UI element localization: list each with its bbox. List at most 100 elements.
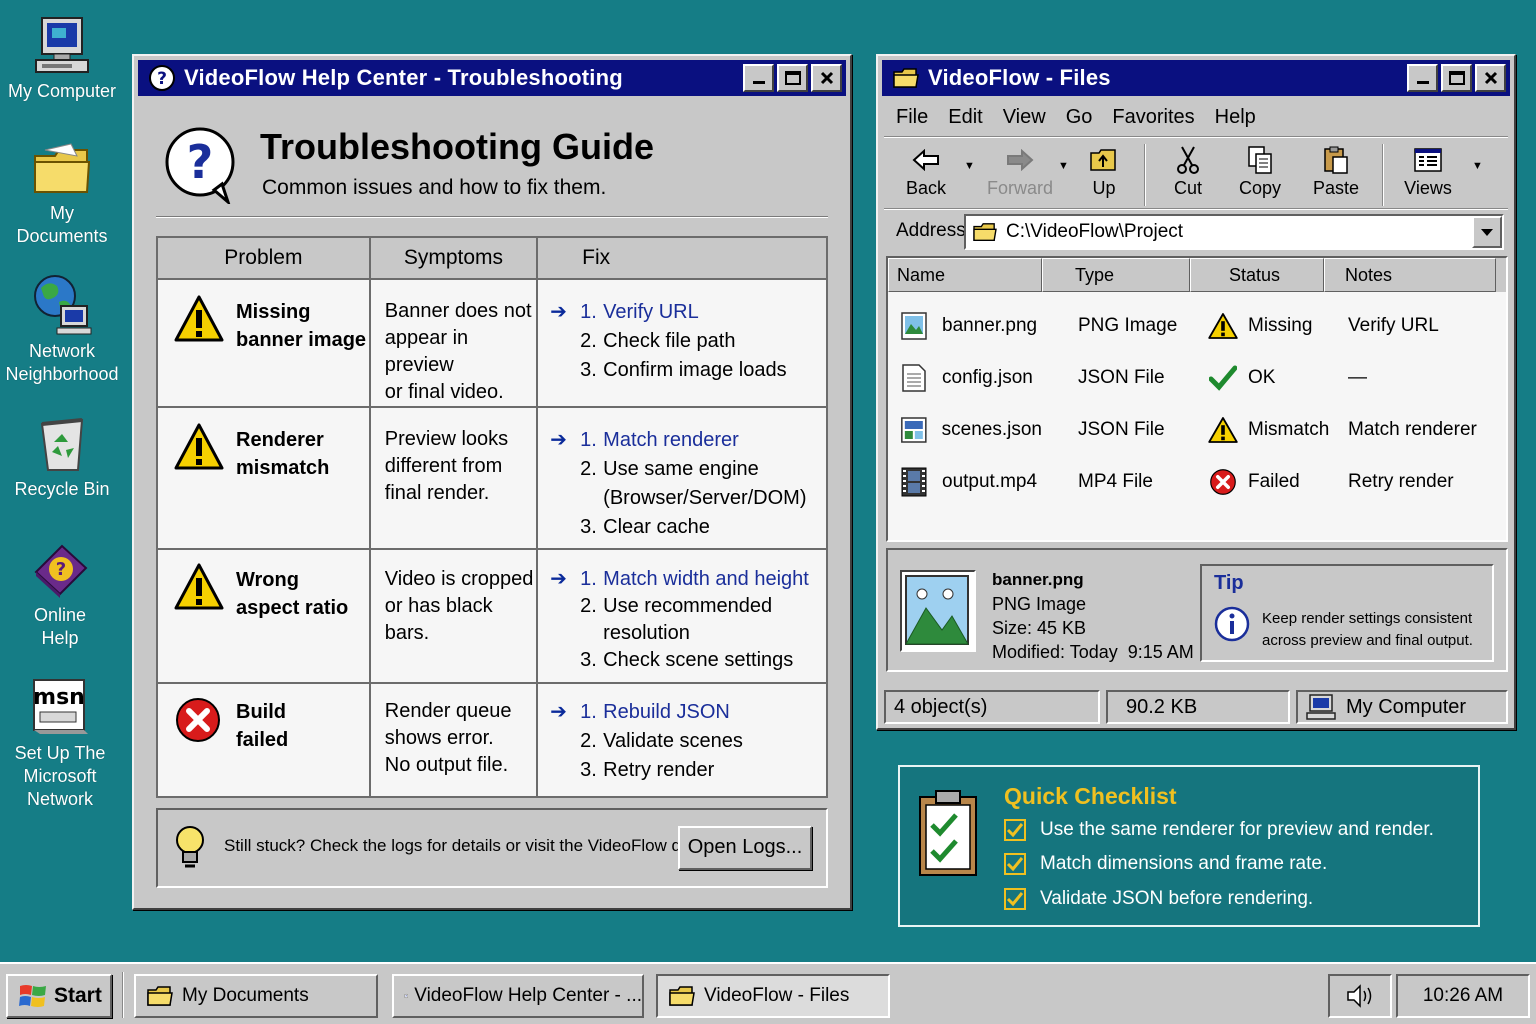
column-header-notes[interactable]: Notes: [1324, 258, 1496, 292]
copy-label: Copy: [1238, 178, 1282, 198]
views-button[interactable]: Views ▼: [1392, 140, 1483, 210]
minimize-button[interactable]: [1407, 64, 1438, 92]
image-preview-icon: [905, 575, 969, 645]
menu-view[interactable]: View: [1003, 106, 1046, 129]
desktop-icon-label: Set Up The: [14, 743, 106, 763]
desktop-icon-my-documents[interactable]: My Documents: [2, 142, 122, 248]
desktop-icon-label: Network: [28, 341, 95, 361]
file-row[interactable]: output.mp4 MP4 File Failed Retry render: [888, 456, 1506, 508]
maximize-button[interactable]: [1441, 64, 1472, 92]
fix-cell: ➔ 1. Match renderer 2. Use same engine (Bro…: [536, 406, 828, 550]
desktop-icon-network[interactable]: Network Neighborhood: [2, 272, 122, 386]
fix-link[interactable]: ➔ 1. Rebuild JSON: [550, 698, 826, 727]
clock-time: 10:26 AM: [1422, 985, 1504, 1006]
folder-icon: [147, 986, 173, 1006]
detail-file-size: Size: 45 KB: [992, 618, 1087, 638]
computer-icon: [1306, 694, 1336, 720]
check-icon: [1209, 365, 1237, 391]
column-header-status[interactable]: Status: [1190, 258, 1324, 292]
table-row: Build failed Render queue shows error. N…: [156, 682, 828, 798]
up-folder-icon: [1090, 149, 1116, 171]
start-button[interactable]: Start: [6, 974, 112, 1018]
help-question-icon: ?: [149, 65, 175, 91]
menu-favorites[interactable]: Favorites: [1112, 106, 1194, 129]
fix-number: 2.: [580, 458, 597, 480]
address-field[interactable]: C:\VideoFlow\Project: [964, 214, 1504, 250]
warning-icon: [1208, 417, 1238, 443]
desktop-icon-msn[interactable]: msn Set Up The Microsoft Network: [0, 676, 120, 811]
fix-link[interactable]: ➔ 1. Verify URL: [550, 298, 826, 327]
file-name: config.json: [942, 367, 1033, 388]
fix-text: Verify URL: [603, 301, 699, 323]
cut-button[interactable]: Cut: [1154, 140, 1222, 210]
warning-icon: [174, 563, 224, 610]
desktop-icon-recycle-bin[interactable]: Recycle Bin: [2, 414, 122, 501]
up-button[interactable]: Up: [1072, 140, 1136, 210]
address-value: C:\VideoFlow\Project: [1006, 221, 1184, 242]
taskbar-button-my-documents[interactable]: My Documents: [134, 974, 378, 1018]
clock[interactable]: 10:26 AM: [1396, 974, 1530, 1018]
column-header-type[interactable]: Type: [1042, 258, 1190, 292]
info-icon: [1214, 606, 1250, 642]
fix-step: 3. Confirm image loads: [550, 356, 826, 385]
paste-button[interactable]: Paste: [1298, 140, 1374, 210]
taskbar-button-help-center[interactable]: ? VideoFlow Help Center - ...: [392, 974, 644, 1018]
help-window-title: VideoFlow Help Center - Troubleshooting: [184, 65, 623, 90]
column-header-name[interactable]: Name: [888, 258, 1042, 292]
folder-icon: [973, 223, 997, 241]
files-window-titlebar[interactable]: VideoFlow - Files: [882, 60, 1510, 96]
quick-checklist: Quick Checklist Use the same renderer fo…: [898, 765, 1480, 927]
detail-file-name: banner.png: [992, 570, 1084, 589]
error-icon: [1210, 469, 1236, 495]
back-button[interactable]: Back ▼: [886, 140, 975, 210]
files-window[interactable]: VideoFlow - Files File Edit View Go Favo…: [876, 54, 1516, 730]
menu-edit[interactable]: Edit: [948, 106, 982, 129]
menu-help[interactable]: Help: [1215, 106, 1256, 129]
problem-label: Wrong: [236, 569, 299, 591]
address-dropdown-button[interactable]: [1472, 216, 1502, 248]
views-grid-icon: [1414, 148, 1442, 172]
desktop-icon-online-help[interactable]: ? Online Help: [0, 542, 120, 650]
fix-text: Use same engine: [603, 458, 759, 480]
back-arrow-icon: [912, 149, 939, 171]
fix-link[interactable]: ➔ 1. Match renderer: [550, 426, 826, 455]
menu-go[interactable]: Go: [1066, 106, 1093, 129]
help-window-titlebar[interactable]: ? VideoFlow Help Center - Troubleshootin…: [138, 60, 846, 96]
menu-file[interactable]: File: [896, 106, 928, 129]
arrow-right-icon: ➔: [550, 301, 567, 323]
symptom-text: final render.: [384, 482, 490, 504]
dropdown-arrow-icon[interactable]: ▼: [964, 160, 975, 172]
fix-text: Retry render: [603, 759, 715, 781]
column-header-problem: Problem: [156, 236, 371, 280]
checklist-item-label: Match dimensions and frame rate.: [1040, 853, 1328, 874]
clipboard-icon: [1324, 146, 1348, 174]
symptom-cell: Preview looks different from final rende…: [368, 406, 539, 550]
status-count: 4 object(s): [884, 690, 1100, 724]
maximize-button[interactable]: [777, 64, 808, 92]
forward-arrow-icon: [1007, 149, 1034, 171]
fix-step: 2. Use same engine: [550, 455, 826, 484]
problem-label: failed: [236, 729, 289, 751]
desktop-icon-my-computer[interactable]: My Computer: [2, 14, 122, 103]
file-row[interactable]: scenes.json JSON File Mismatch Match ren…: [888, 404, 1506, 456]
address-label: Address: [896, 220, 966, 241]
minimize-button[interactable]: [743, 64, 774, 92]
file-row[interactable]: config.json JSON File OK —: [888, 352, 1506, 404]
forward-button[interactable]: Forward ▼: [980, 140, 1069, 210]
dropdown-arrow-icon[interactable]: ▼: [1058, 160, 1069, 172]
fix-number: 2.: [580, 595, 597, 617]
open-logs-button[interactable]: Open Logs...: [678, 826, 812, 870]
scissors-icon: [1177, 146, 1199, 174]
volume-tray[interactable]: [1328, 974, 1392, 1018]
lightbulb-icon: [176, 826, 204, 868]
column-header-fix: Fix: [536, 236, 828, 280]
copy-button[interactable]: Copy: [1222, 140, 1298, 210]
help-window[interactable]: ? VideoFlow Help Center - Troubleshootin…: [132, 54, 852, 910]
menu-bar: File Edit View Go Favorites Help: [886, 100, 1266, 134]
fix-link[interactable]: ➔ 1. Match width and height: [550, 566, 826, 593]
dropdown-arrow-icon[interactable]: ▼: [1472, 160, 1483, 172]
close-button[interactable]: [1475, 64, 1506, 92]
taskbar-button-files[interactable]: VideoFlow - Files: [656, 974, 890, 1018]
file-row[interactable]: banner.png PNG Image Missing Verify URL: [888, 300, 1506, 352]
close-button[interactable]: [811, 64, 842, 92]
